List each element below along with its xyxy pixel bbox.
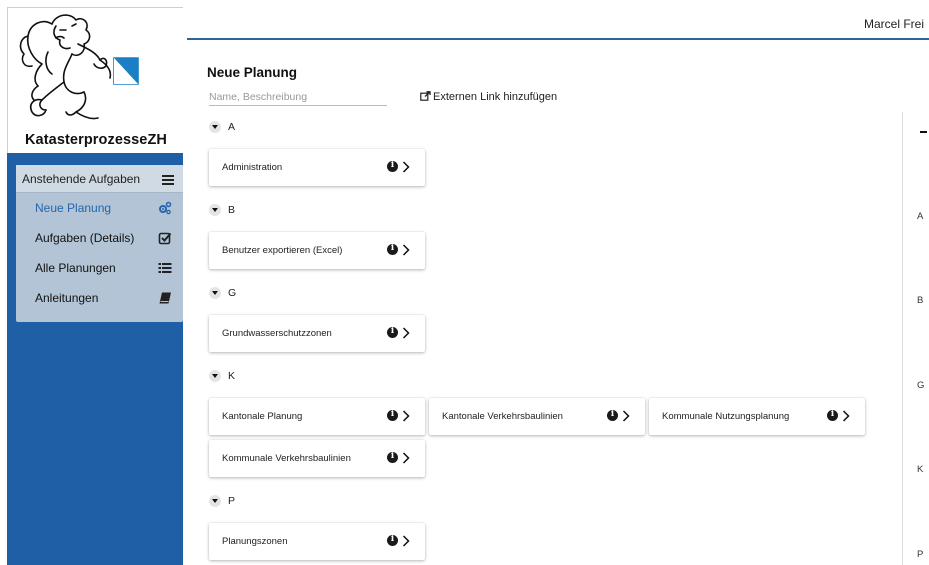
sidebar-item-alle-planungen[interactable]: Alle Planungen [16,253,183,283]
zurich-lion-logo [19,14,139,120]
menu-title: Anstehende Aufgaben [22,172,141,186]
index-letter-b[interactable]: B [917,295,923,306]
chevron-right-icon [402,410,410,422]
chevron-right-icon [402,327,410,339]
card-label: Planungszonen [222,536,288,547]
check-square-icon [158,232,172,245]
card-label: Kommunale Verkehrsbaulinien [222,453,351,464]
list-icon [158,263,172,273]
info-icon[interactable] [387,326,398,338]
index-letter-a[interactable]: A [917,211,923,222]
card-label: Benutzer exportieren (Excel) [222,245,343,256]
chevron-right-icon [402,452,410,464]
info-icon[interactable] [387,160,398,172]
sidebar-item-label: Alle Planungen [35,261,116,275]
top-bar: Marcel Frei [187,7,929,40]
logo-area: KatasterprozesseZH [7,7,183,153]
external-link-label: Externen Link hinzufügen [433,91,558,103]
gears-icon [159,201,172,215]
book-icon [159,292,171,304]
chevron-right-icon [402,161,410,173]
sidebar-item-neue-planung[interactable]: Neue Planung [16,193,183,223]
card-kantonale-planung[interactable]: Kantonale Planung [209,398,425,435]
info-icon[interactable] [387,243,398,255]
card-label: Administration [222,162,283,173]
group-g-toggle[interactable] [209,287,221,299]
group-p-toggle[interactable] [209,495,221,507]
chevron-right-icon [842,410,850,422]
group-k-letter: K [228,370,236,382]
card-administration[interactable]: Administration [209,149,425,186]
sidebar-item-label: Neue Planung [35,201,112,215]
sidebar-item-label: Anleitungen [35,291,99,305]
card-planungszonen[interactable]: Planungszonen [209,523,425,560]
index-letter-k[interactable]: K [917,464,923,475]
group-k-toggle[interactable] [209,370,221,382]
index-letter-g[interactable]: G [917,380,924,391]
card-label: Kommunale Nutzungsplanung [662,411,790,422]
external-link-icon [420,91,431,101]
card-label: Grundwasserschutzzonen [222,328,332,339]
brand-name: KatasterprozesseZH [24,132,168,148]
chevron-right-icon [622,410,630,422]
group-p-letter: P [228,495,236,507]
group-a-toggle[interactable] [209,121,221,133]
sidebar-item-label: Aufgaben (Details) [35,231,135,245]
card-kommunale-nutzungsplanung[interactable]: Kommunale Nutzungsplanung [649,398,865,435]
index-letter-p[interactable]: P [917,549,923,560]
page-title: Neue Planung [207,65,298,80]
search-input[interactable] [209,88,387,106]
info-icon[interactable] [387,451,398,463]
sidebar-item-anleitungen[interactable]: Anleitungen [16,283,183,313]
add-external-link-button[interactable]: Externen Link hinzufügen [420,91,557,103]
card-kantonale-verkehrsbaulinien[interactable]: Kantonale Verkehrsbaulinien [429,398,645,435]
group-a-letter: A [228,121,236,133]
group-g-letter: G [228,287,237,299]
collapse-all-icon[interactable] [920,131,927,133]
alphabet-index: A B G K P [902,112,929,565]
info-icon[interactable] [607,409,618,421]
card-grundwasserschutzzonen[interactable]: Grundwasserschutzzonen [209,315,425,352]
card-kommunale-verkehrsbaulinien[interactable]: Kommunale Verkehrsbaulinien [209,440,425,477]
group-b-letter: B [228,204,236,216]
chevron-right-icon [402,535,410,547]
info-icon[interactable] [387,409,398,421]
menu-header[interactable]: Anstehende Aufgaben [16,165,183,193]
card-label: Kantonale Planung [222,411,303,422]
info-icon[interactable] [827,409,838,421]
sidebar-menu: Anstehende Aufgaben Neue Planung Aufgabe… [16,165,183,322]
chevron-right-icon [402,244,410,256]
card-label: Kantonale Verkehrsbaulinien [442,411,563,422]
card-benutzer-exportieren[interactable]: Benutzer exportieren (Excel) [209,232,425,269]
sidebar: KatasterprozesseZH Anstehende Aufgaben N… [7,7,183,565]
user-name[interactable]: Marcel Frei [864,17,924,31]
info-icon[interactable] [387,534,398,546]
hamburger-icon[interactable] [162,175,174,187]
group-b-toggle[interactable] [209,204,221,216]
sidebar-item-aufgaben-details[interactable]: Aufgaben (Details) [16,223,183,253]
